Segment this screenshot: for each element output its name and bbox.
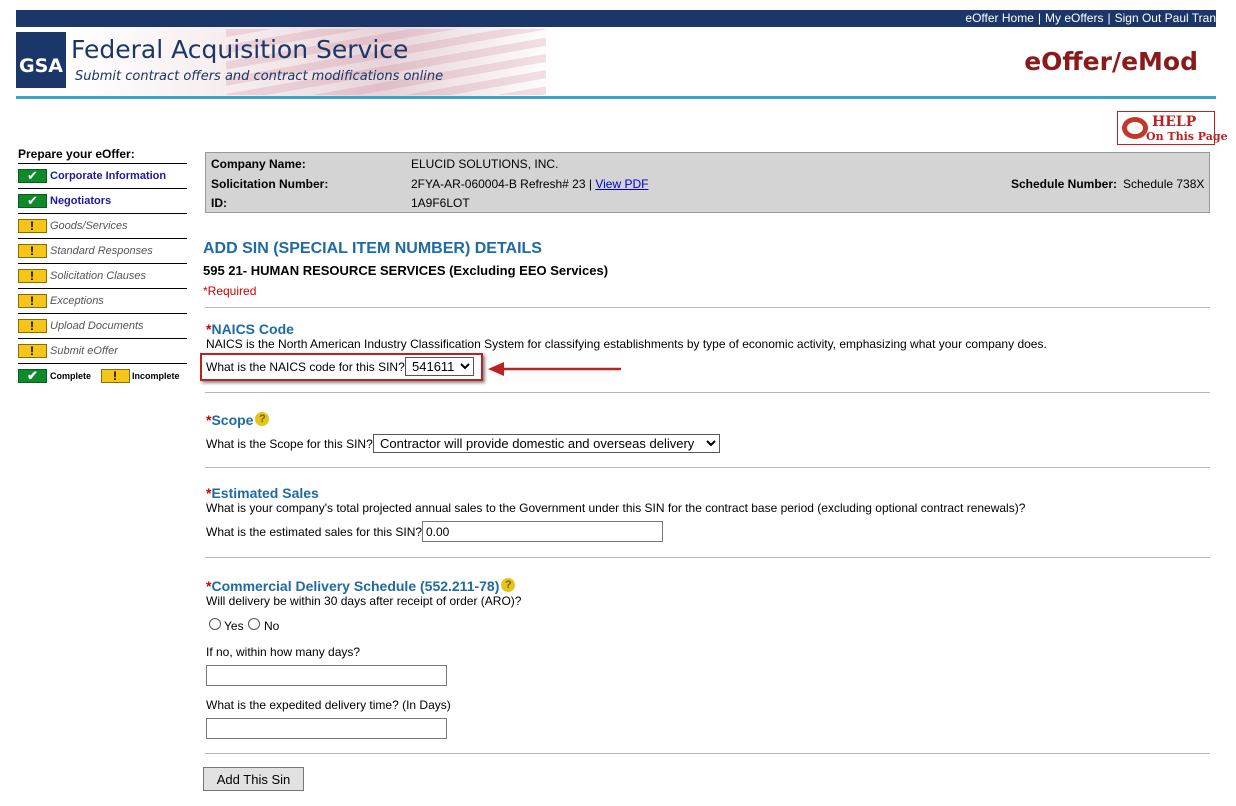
estimated-sales-question: What is the estimated sales for this SIN…	[206, 525, 423, 539]
naics-select[interactable]: 541611	[405, 357, 474, 376]
my-eoffers-link[interactable]: My eOffers	[1045, 11, 1103, 25]
sidebar-item-exceptions[interactable]: Exceptions	[18, 289, 187, 314]
delivery-question: Will delivery be within 30 days after re…	[206, 594, 522, 608]
estimated-sales-input[interactable]	[422, 521, 663, 542]
company-name-value: ELUCID SOLUTIONS, INC.	[411, 157, 559, 171]
naics-question: What is the NAICS code for this SIN?	[206, 360, 405, 374]
days-label: If no, within how many days?	[206, 645, 361, 659]
id-value: 1A9F6LOT	[411, 196, 470, 210]
help-question-icon[interactable]: ?	[501, 578, 516, 592]
sidebar-title: Prepare your eOffer:	[18, 146, 187, 164]
expedited-label: What is the expedited delivery time? (In…	[206, 698, 451, 712]
scope-question: What is the Scope for this SIN?	[206, 437, 373, 451]
incomplete-warning-icon	[18, 219, 47, 233]
company-name-label: Company Name:	[211, 157, 306, 171]
sin-title: 595 21- HUMAN RESOURCE SERVICES (Excludi…	[203, 263, 609, 278]
sidebar-item-label: Exceptions	[50, 295, 104, 307]
site-title: Federal Acquisition Service	[71, 35, 409, 64]
divider	[205, 467, 1210, 468]
incomplete-warning-icon	[18, 244, 47, 258]
help-question-icon[interactable]: ?	[255, 412, 270, 426]
sidebar-item-negotiators[interactable]: Negotiators	[18, 189, 187, 214]
sidebar-item-label: Solicitation Clauses	[50, 270, 146, 282]
sidebar-item-solicitation-clauses[interactable]: Solicitation Clauses	[18, 264, 187, 289]
days-input[interactable]	[206, 665, 447, 686]
status-legend: Complete Incomplete	[18, 364, 187, 388]
schedule-number-label: Schedule Number:	[1011, 177, 1118, 191]
naics-description: NAICS is the North American Industry Cla…	[206, 337, 1047, 351]
estimated-sales-heading: *Estimated Sales	[206, 485, 319, 501]
sidebar-item-label: Goods/Services	[50, 220, 128, 232]
arrow-indicator-icon	[488, 362, 621, 376]
solicitation-number-value: 2FYA-AR-060004-B Refresh# 23 | View PDF	[411, 177, 649, 191]
view-pdf-link[interactable]: View PDF	[595, 177, 648, 191]
sidebar-item-label: Corporate Information	[50, 170, 167, 182]
offer-info-panel: Company Name: ELUCID SOLUTIONS, INC. Sol…	[205, 152, 1210, 213]
incomplete-warning-icon	[18, 294, 47, 308]
banner-divider	[16, 96, 1216, 99]
sidebar-item-label: Submit eOffer	[50, 345, 118, 357]
divider	[205, 557, 1210, 558]
solicitation-number-label: Solicitation Number:	[211, 177, 329, 191]
divider	[205, 392, 1210, 393]
required-note: *Required	[203, 284, 257, 298]
delivery-yes-label: Yes	[224, 619, 244, 633]
sidebar-item-label: Upload Documents	[50, 320, 144, 332]
eoffer-home-link[interactable]: eOffer Home	[965, 11, 1033, 25]
divider	[205, 753, 1210, 754]
scope-select[interactable]: Contractor will provide domestic and ove…	[373, 434, 720, 453]
sidebar-item-upload-documents[interactable]: Upload Documents	[18, 314, 187, 339]
complete-check-icon	[18, 193, 47, 209]
sidebar-item-label: Standard Responses	[50, 245, 153, 257]
estimated-sales-description: What is your company's total projected a…	[206, 501, 1026, 515]
sign-out-link[interactable]: Sign Out Paul Tran	[1115, 11, 1216, 25]
sidebar-item-submit-eoffer[interactable]: Submit eOffer	[18, 339, 187, 364]
sidebar-item-corporate-information[interactable]: Corporate Information	[18, 164, 187, 189]
divider	[205, 307, 1210, 308]
incomplete-warning-icon	[18, 269, 47, 283]
help-label: HELP	[1152, 114, 1197, 130]
delivery-no-radio[interactable]	[248, 618, 260, 630]
complete-check-icon	[18, 168, 47, 184]
page-title: ADD SIN (SPECIAL ITEM NUMBER) DETAILS	[203, 240, 542, 257]
legend-complete-label: Complete	[50, 371, 92, 381]
help-sublabel: On This Page	[1146, 130, 1228, 143]
add-sin-button[interactable]: Add This Sin	[203, 767, 304, 791]
incomplete-warning-icon	[101, 369, 130, 383]
incomplete-warning-icon	[18, 319, 47, 333]
expedited-input[interactable]	[206, 718, 447, 739]
complete-check-icon	[18, 368, 47, 384]
sidebar: Prepare your eOffer: Corporate Informati…	[18, 146, 187, 388]
scope-heading: *Scope?	[206, 412, 270, 428]
sidebar-item-goods-services[interactable]: Goods/Services	[18, 214, 187, 239]
site-subtitle: Submit contract offers and contract modi…	[75, 69, 444, 84]
delivery-heading: *Commercial Delivery Schedule (552.211-7…	[206, 578, 516, 594]
sidebar-item-standard-responses[interactable]: Standard Responses	[18, 239, 187, 264]
id-label: ID:	[211, 196, 227, 210]
top-nav-bar: eOffer Home | My eOffers | Sign Out Paul Tra…	[16, 10, 1216, 27]
help-button[interactable]: HELP On This Page	[1117, 111, 1228, 145]
incomplete-warning-icon	[18, 344, 47, 358]
gsa-logo: GSA	[16, 32, 66, 88]
sidebar-item-label: Negotiators	[50, 195, 112, 207]
delivery-no-label: No	[264, 619, 280, 633]
top-links: eOffer Home | My eOffers | Sign Out Paul Tra…	[965, 11, 1216, 25]
lifebuoy-icon	[1122, 117, 1148, 139]
legend-incomplete-label: Incomplete	[132, 371, 180, 381]
schedule-number-value: Schedule 738X	[1123, 177, 1205, 191]
naics-heading: *NAICS Code	[206, 321, 294, 337]
header-banner: GSA Federal Acquisition Service Submit c…	[16, 27, 1216, 99]
brand-name: eOffer/eMod	[1024, 47, 1198, 76]
delivery-yes-radio[interactable]	[209, 618, 221, 630]
